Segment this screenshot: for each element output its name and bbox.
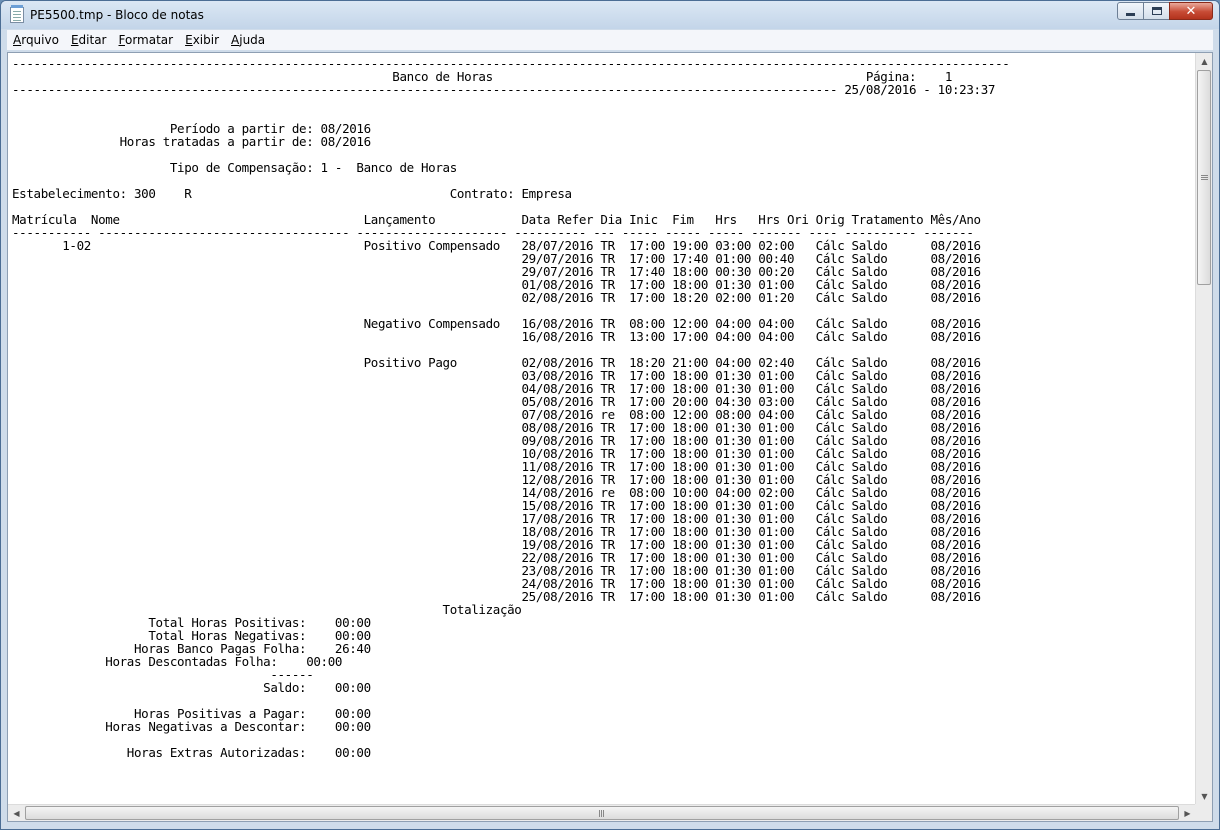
scroll-left-arrow-icon[interactable]: ◀ bbox=[8, 805, 25, 822]
document-line[interactable]: Horas Extras Autorizadas: 00:00 bbox=[12, 745, 371, 760]
close-button[interactable]: ✕ bbox=[1169, 2, 1213, 20]
document-line[interactable]: Tipo de Compensação: 1 - Banco de Horas bbox=[12, 160, 457, 175]
grip-icon bbox=[599, 810, 600, 817]
menu-ajuda-rest: juda bbox=[239, 33, 266, 47]
menu-exibir-rest: xibir bbox=[192, 33, 220, 47]
menu-arquivo-rest: rquivo bbox=[21, 33, 59, 47]
title-bar[interactable]: PE5500.tmp - Bloco de notas ✕ bbox=[1, 1, 1219, 29]
grip-icon bbox=[1201, 175, 1208, 176]
menu-arquivo-key: A bbox=[13, 33, 22, 47]
document-text-area[interactable]: ----------------------------------------… bbox=[8, 53, 1196, 805]
window-controls: ✕ bbox=[1117, 2, 1213, 20]
menu-exibir[interactable]: Exibir bbox=[179, 33, 225, 47]
document-text[interactable]: ----------------------------------------… bbox=[8, 53, 1196, 759]
document-line[interactable]: Horas Negativas a Descontar: 00:00 bbox=[12, 719, 371, 734]
document-line[interactable]: ----------------------------------------… bbox=[12, 82, 995, 97]
editor-area[interactable]: ----------------------------------------… bbox=[7, 52, 1213, 822]
menu-formatar-rest: ormatar bbox=[124, 33, 174, 47]
vertical-scroll-thumb[interactable] bbox=[1197, 70, 1211, 285]
document-line[interactable]: 16/08/2016 TR 13:00 17:00 04:00 04:00 Cá… bbox=[12, 329, 981, 344]
menu-editar[interactable]: Editar bbox=[65, 33, 113, 47]
maximize-icon bbox=[1151, 7, 1162, 15]
menu-ajuda-key: A bbox=[231, 33, 240, 47]
maximize-button[interactable] bbox=[1143, 2, 1170, 20]
minimize-icon bbox=[1126, 13, 1135, 16]
minimize-button[interactable] bbox=[1117, 2, 1144, 20]
menu-editar-rest: ditar bbox=[78, 33, 107, 47]
scroll-up-arrow-icon[interactable]: ▲ bbox=[1196, 53, 1213, 70]
document-line[interactable]: 02/08/2016 TR 17:00 18:20 02:00 01:20 Cá… bbox=[12, 290, 981, 305]
document-line[interactable]: Saldo: 00:00 bbox=[12, 680, 371, 695]
menu-formatar[interactable]: Formatar bbox=[113, 33, 180, 47]
menu-bar: Arquivo Editar Formatar Exibir Ajuda bbox=[7, 30, 1213, 50]
notepad-icon[interactable] bbox=[10, 5, 24, 23]
horizontal-scrollbar[interactable]: ◀ ▶ bbox=[8, 804, 1196, 821]
scrollbar-corner bbox=[1195, 804, 1212, 821]
vertical-scrollbar[interactable]: ▲ ▼ bbox=[1195, 53, 1212, 805]
scroll-right-arrow-icon[interactable]: ▶ bbox=[1179, 805, 1196, 822]
notepad-window: PE5500.tmp - Bloco de notas ✕ Arquivo Ed… bbox=[0, 0, 1220, 830]
menu-arquivo[interactable]: Arquivo bbox=[7, 33, 65, 47]
menu-editar-key: E bbox=[70, 33, 79, 47]
menu-exibir-key: E bbox=[185, 33, 193, 47]
menu-ajuda[interactable]: Ajuda bbox=[225, 33, 271, 47]
horizontal-scroll-thumb[interactable] bbox=[25, 806, 1179, 820]
window-title: PE5500.tmp - Bloco de notas bbox=[30, 8, 204, 22]
document-line[interactable]: Horas tratadas a partir de: 08/2016 bbox=[12, 134, 372, 149]
document-line[interactable]: Estabelecimento: 300 R Contrato: Empresa bbox=[12, 186, 572, 201]
scroll-down-arrow-icon[interactable]: ▼ bbox=[1196, 788, 1213, 805]
close-icon: ✕ bbox=[1185, 3, 1197, 19]
